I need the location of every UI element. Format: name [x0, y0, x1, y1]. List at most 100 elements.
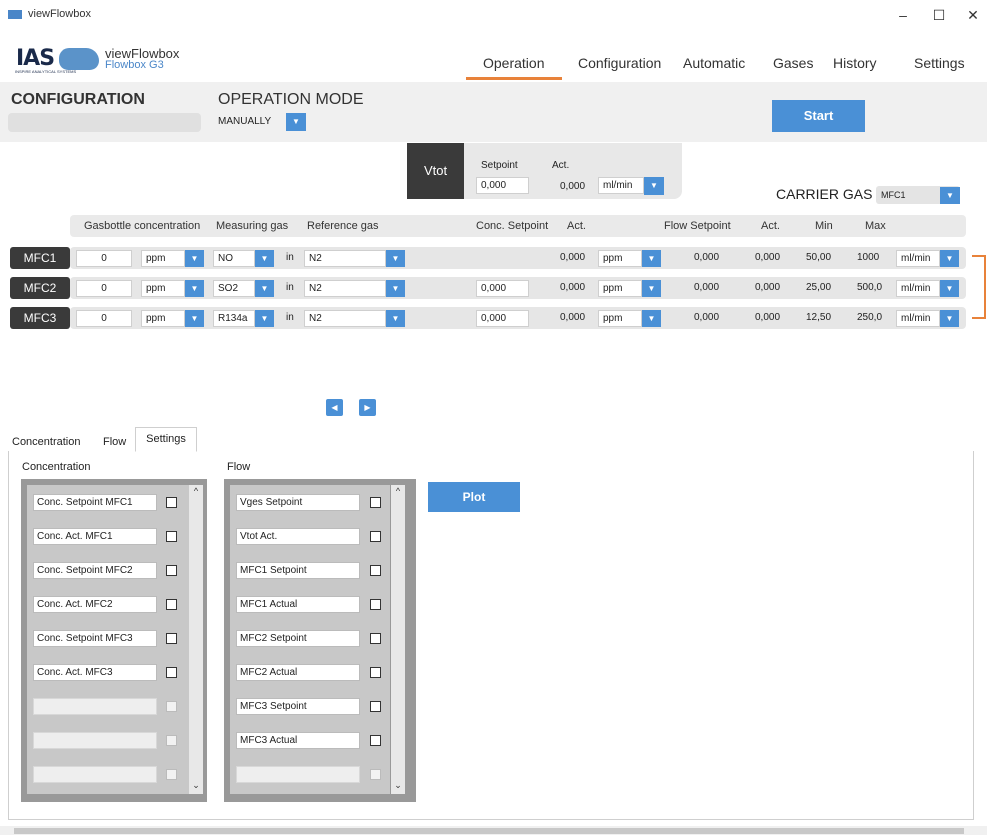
caret-down-icon[interactable]: ▼: [940, 250, 959, 267]
series-checkbox[interactable]: [166, 633, 177, 644]
caret-down-icon[interactable]: ▼: [642, 280, 661, 297]
measuring-gas-select[interactable]: SO2: [213, 280, 255, 297]
act-unit-select[interactable]: ppm: [598, 250, 642, 267]
concentration-scrollbar[interactable]: [189, 485, 203, 794]
caret-down-icon[interactable]: ▼: [644, 177, 664, 195]
col-max: Max: [865, 220, 886, 232]
series-checkbox[interactable]: [370, 497, 381, 508]
caret-down-icon[interactable]: ▼: [940, 187, 960, 204]
reference-gas-select[interactable]: N2: [304, 280, 386, 297]
chevron-down-icon[interactable]: ⌄: [189, 780, 203, 791]
vtot-unit-select[interactable]: ml/min: [598, 177, 644, 194]
series-name-field[interactable]: MFC1 Actual: [236, 596, 360, 613]
reference-gas-select[interactable]: N2: [304, 250, 386, 267]
series-name-field[interactable]: Conc. Act. MFC3: [33, 664, 157, 681]
caret-down-icon[interactable]: ▼: [642, 250, 661, 267]
measuring-gas-select[interactable]: R134a: [213, 310, 255, 327]
minimize-button[interactable]: –: [888, 4, 918, 26]
col-gasbottle: Gasbottle concentration: [84, 220, 201, 232]
chevron-up-icon[interactable]: ^: [391, 486, 405, 496]
gasbottle-conc-input[interactable]: 0: [76, 310, 132, 327]
series-checkbox[interactable]: [370, 599, 381, 610]
nav-tab-configuration[interactable]: Configuration: [578, 55, 661, 71]
series-name-field[interactable]: MFC1 Setpoint: [236, 562, 360, 579]
act-unit-select[interactable]: ppm: [598, 310, 642, 327]
conc-setpoint-input[interactable]: 0,000: [476, 280, 529, 297]
series-checkbox[interactable]: [370, 701, 381, 712]
conc-unit-select[interactable]: ppm: [141, 280, 185, 297]
series-checkbox[interactable]: [370, 633, 381, 644]
series-name-field[interactable]: MFC3 Setpoint: [236, 698, 360, 715]
series-name-field[interactable]: Vges Setpoint: [236, 494, 360, 511]
caret-down-icon[interactable]: ▼: [286, 113, 306, 131]
vtot-setpoint-input[interactable]: 0,000: [476, 177, 529, 194]
series-name-field[interactable]: Vtot Act.: [236, 528, 360, 545]
bottom-tab-concentration[interactable]: Concentration: [12, 432, 81, 452]
caret-down-icon[interactable]: ▼: [940, 280, 959, 297]
series-name-field[interactable]: MFC2 Actual: [236, 664, 360, 681]
caret-down-icon[interactable]: ▼: [255, 310, 274, 327]
series-name-field[interactable]: Conc. Setpoint MFC1: [33, 494, 157, 511]
window-title: viewFlowbox: [28, 8, 91, 20]
series-name-field[interactable]: Conc. Act. MFC1: [33, 528, 157, 545]
nav-tab-operation[interactable]: Operation: [483, 55, 544, 71]
maximize-button[interactable]: ☐: [924, 4, 954, 26]
nav-tab-settings[interactable]: Settings: [914, 55, 965, 71]
flow-act-value: 0,000: [755, 252, 781, 263]
series-checkbox[interactable]: [370, 531, 381, 542]
series-checkbox[interactable]: [370, 565, 381, 576]
reference-gas-select[interactable]: N2: [304, 310, 386, 327]
measuring-gas-select[interactable]: NO: [213, 250, 255, 267]
caret-down-icon[interactable]: ▼: [386, 280, 405, 297]
series-checkbox[interactable]: [166, 667, 177, 678]
caret-down-icon[interactable]: ▼: [185, 310, 204, 327]
caret-down-icon[interactable]: ▼: [255, 280, 274, 297]
conc-setpoint-input[interactable]: 0,000: [476, 310, 529, 327]
series-checkbox[interactable]: [166, 565, 177, 576]
conc-unit-select[interactable]: ppm: [141, 310, 185, 327]
flow-unit-select[interactable]: ml/min: [896, 310, 940, 327]
nav-tab-gases[interactable]: Gases: [773, 55, 813, 71]
series-name-field[interactable]: Conc. Act. MFC2: [33, 596, 157, 613]
series-name-field[interactable]: Conc. Setpoint MFC2: [33, 562, 157, 579]
nav-tab-history[interactable]: History: [833, 55, 877, 71]
horizontal-scrollbar-thumb[interactable]: [14, 828, 964, 834]
min-value: 12,50: [806, 312, 832, 323]
caret-down-icon[interactable]: ▼: [642, 310, 661, 327]
caret-right-icon[interactable]: ▶: [359, 399, 376, 416]
chevron-down-icon[interactable]: ⌄: [391, 780, 405, 791]
configuration-field[interactable]: [8, 113, 201, 132]
caret-down-icon[interactable]: ▼: [185, 280, 204, 297]
vtot-label: Vtot: [407, 143, 464, 199]
series-checkbox[interactable]: [370, 735, 381, 746]
series-checkbox[interactable]: [166, 531, 177, 542]
flow-unit-select[interactable]: ml/min: [896, 280, 940, 297]
series-name-field[interactable]: MFC2 Setpoint: [236, 630, 360, 647]
start-button[interactable]: Start: [772, 100, 865, 132]
caret-down-icon[interactable]: ▼: [255, 250, 274, 267]
series-checkbox[interactable]: [370, 667, 381, 678]
close-button[interactable]: ✕: [958, 4, 987, 26]
nav-tab-automatic[interactable]: Automatic: [683, 55, 745, 71]
caret-down-icon[interactable]: ▼: [386, 310, 405, 327]
series-checkbox[interactable]: [166, 599, 177, 610]
operation-mode-select[interactable]: MANUALLY: [218, 116, 271, 127]
caret-down-icon[interactable]: ▼: [185, 250, 204, 267]
series-checkbox[interactable]: [166, 497, 177, 508]
plot-button[interactable]: Plot: [428, 482, 520, 512]
gasbottle-conc-input[interactable]: 0: [76, 250, 132, 267]
caret-down-icon[interactable]: ▼: [386, 250, 405, 267]
series-name-field[interactable]: MFC3 Actual: [236, 732, 360, 749]
series-name-field[interactable]: Conc. Setpoint MFC3: [33, 630, 157, 647]
flow-unit-select[interactable]: ml/min: [896, 250, 940, 267]
gasbottle-conc-input[interactable]: 0: [76, 280, 132, 297]
caret-left-icon[interactable]: ◀: [326, 399, 343, 416]
caret-down-icon[interactable]: ▼: [940, 310, 959, 327]
act-unit-select[interactable]: ppm: [598, 280, 642, 297]
conc-unit-select[interactable]: ppm: [141, 250, 185, 267]
bottom-tab-flow[interactable]: Flow: [103, 432, 126, 452]
max-value: 250,0: [857, 312, 883, 323]
chevron-up-icon[interactable]: ^: [189, 486, 203, 496]
flow-scrollbar[interactable]: [391, 485, 405, 794]
bottom-tab-settings[interactable]: Settings: [135, 427, 197, 452]
